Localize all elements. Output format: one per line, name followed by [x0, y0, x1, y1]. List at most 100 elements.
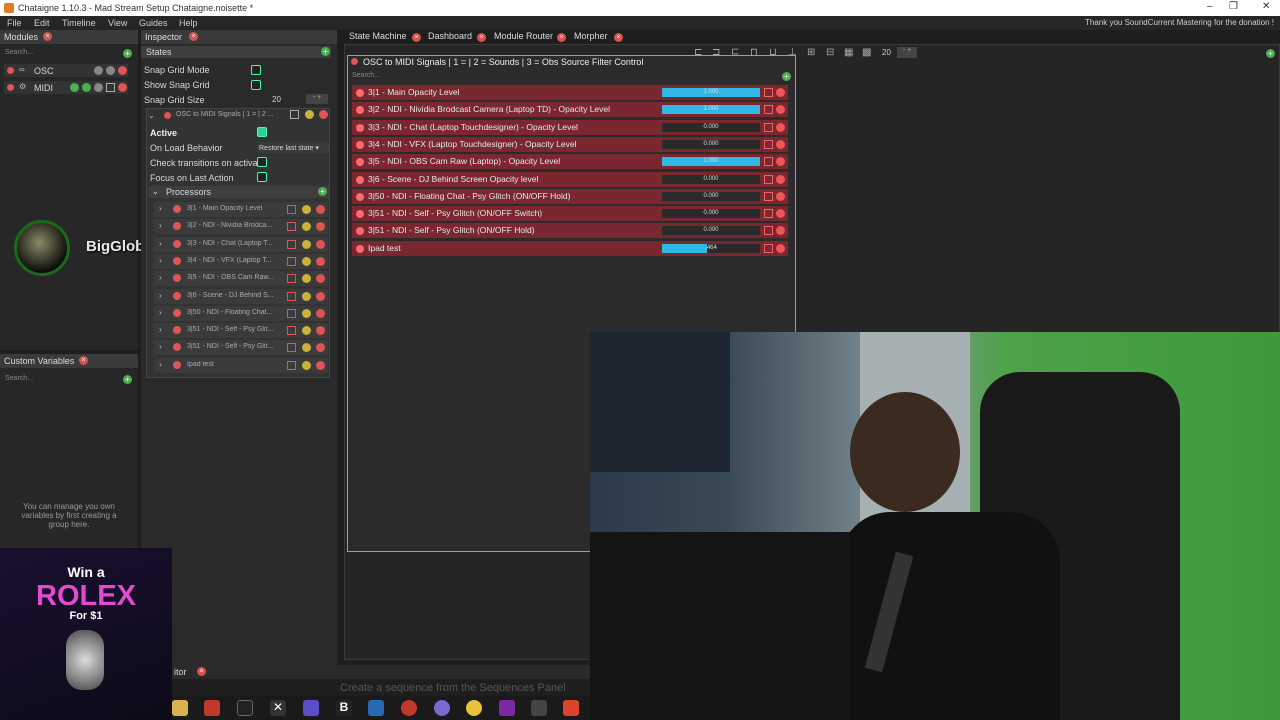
signal-remove-icon[interactable] — [776, 243, 785, 253]
processor-box-icon[interactable] — [287, 308, 296, 318]
processor-box-icon[interactable] — [287, 222, 296, 232]
processor-box-icon[interactable] — [287, 205, 296, 214]
signal-remove-icon[interactable] — [776, 88, 785, 97]
signal-value-slider[interactable]: 0.000 — [662, 209, 760, 219]
signal-box-icon[interactable] — [764, 191, 773, 201]
close-window-icon[interactable]: ✕ — [1262, 1, 1270, 12]
expand-icon[interactable]: › — [159, 308, 162, 317]
grid-size-value[interactable]: 20 — [882, 48, 891, 57]
signal-box-icon[interactable] — [764, 105, 773, 115]
menu-file[interactable]: File — [7, 18, 22, 28]
processor-yellow-icon[interactable] — [302, 239, 311, 249]
add-state-button[interactable]: + — [321, 47, 330, 56]
signal-row[interactable]: 3|5 - NDI - OBS Cam Raw (Laptop) - Opaci… — [352, 154, 788, 170]
processor-box-icon[interactable] — [287, 239, 296, 249]
signal-remove-icon[interactable] — [776, 139, 785, 149]
processor-remove-icon[interactable] — [316, 360, 325, 370]
processor-enable-icon[interactable] — [173, 205, 181, 213]
processor-enable-icon[interactable] — [173, 360, 181, 369]
expand-icon[interactable]: › — [159, 360, 162, 369]
focus-last-action-checkbox[interactable] — [257, 172, 267, 182]
remove-module-icon[interactable] — [118, 66, 127, 75]
processor-row[interactable]: › 3|2 - NDI - Nividia Brodca... — [154, 219, 328, 235]
check-transitions-checkbox[interactable] — [257, 157, 267, 167]
close-icon[interactable]: × — [197, 667, 206, 676]
state-node-enable-icon[interactable] — [351, 58, 358, 65]
remove-module-icon[interactable] — [118, 83, 127, 92]
processor-enable-icon[interactable] — [173, 239, 181, 248]
signal-box-icon[interactable] — [764, 174, 773, 184]
signal-remove-icon[interactable] — [776, 122, 785, 132]
signal-box-icon[interactable] — [764, 139, 773, 149]
processor-yellow-icon[interactable] — [302, 222, 311, 232]
processor-yellow-icon[interactable] — [302, 291, 311, 301]
signal-enable-icon[interactable] — [356, 89, 364, 97]
app-icon[interactable]: B — [336, 700, 352, 716]
module-enable-icon[interactable] — [7, 84, 14, 91]
close-icon[interactable]: × — [614, 33, 623, 42]
add-processor-button[interactable]: + — [318, 187, 327, 196]
processor-yellow-icon[interactable] — [302, 205, 311, 214]
expand-icon[interactable]: › — [159, 325, 162, 334]
signal-row[interactable]: 3|51 - NDI - Self - Psy Glitch (ON/OFF H… — [352, 223, 788, 239]
module-item-midi[interactable]: ⚙ MIDI — [4, 81, 128, 94]
signal-box-icon[interactable] — [764, 88, 773, 97]
processor-yellow-icon[interactable] — [302, 256, 311, 266]
show-snap-grid-checkbox[interactable] — [251, 80, 261, 90]
add-action-button[interactable]: + — [782, 72, 791, 81]
signal-remove-icon[interactable] — [776, 157, 785, 167]
minimize-icon[interactable]: – — [1207, 1, 1213, 12]
processor-row[interactable]: › 3|4 - NDI - VFX (Laptop T... — [154, 253, 328, 269]
expand-icon[interactable]: › — [159, 256, 162, 265]
snap-grid-size-value[interactable]: 20 — [272, 95, 281, 104]
app-icon[interactable] — [237, 700, 253, 716]
processor-yellow-icon[interactable] — [302, 308, 311, 318]
signal-enable-icon[interactable] — [356, 123, 364, 132]
maximize-icon[interactable]: ❐ — [1229, 1, 1238, 12]
collapse-processors-icon[interactable]: ⌄ — [152, 187, 159, 196]
expand-icon[interactable]: › — [159, 291, 162, 300]
expand-icon[interactable]: › — [159, 204, 162, 213]
signal-remove-icon[interactable] — [776, 226, 785, 236]
processor-row[interactable]: › 3|51 - NDI - Self - Psy Glit... — [154, 340, 328, 356]
signal-row[interactable]: 3|50 - NDI - Floating Chat - Psy Glitch … — [352, 188, 788, 204]
close-icon[interactable]: × — [557, 33, 566, 42]
signal-enable-icon[interactable] — [356, 227, 364, 236]
brave-icon[interactable] — [563, 700, 579, 716]
snap-grid-mode-checkbox[interactable] — [251, 65, 261, 75]
processor-enable-icon[interactable] — [173, 343, 181, 352]
app-icon[interactable] — [499, 700, 515, 716]
signal-value-slider[interactable]: 0.000 — [662, 122, 760, 132]
menu-guides[interactable]: Guides — [139, 18, 168, 28]
expand-icon[interactable]: › — [159, 273, 162, 282]
processor-enable-icon[interactable] — [173, 308, 181, 317]
add-state-canvas-button[interactable]: + — [1266, 49, 1275, 58]
processor-yellow-icon[interactable] — [302, 326, 311, 336]
signal-box-icon[interactable] — [764, 243, 773, 253]
distribute-v-icon[interactable]: ⊟ — [826, 47, 834, 58]
tab-state-machine[interactable]: State Machine — [349, 31, 407, 43]
signal-row[interactable]: 3|2 - NDI - Nividia Brodcast Camera (Lap… — [352, 102, 788, 118]
file-explorer-icon[interactable] — [172, 700, 188, 716]
signal-box-icon[interactable] — [764, 209, 773, 219]
processor-box-icon[interactable] — [287, 360, 296, 370]
on-load-behavior-select[interactable]: Restore last state ▾ — [257, 142, 329, 153]
app-icon[interactable] — [204, 700, 220, 716]
processor-box-icon[interactable] — [287, 343, 296, 353]
processor-enable-icon[interactable] — [173, 326, 181, 335]
processor-box-icon[interactable] — [287, 326, 296, 336]
expand-icon[interactable]: › — [159, 221, 162, 230]
signal-enable-icon[interactable] — [356, 175, 364, 184]
expand-icon[interactable]: › — [159, 239, 162, 248]
add-module-button[interactable]: + — [123, 49, 132, 58]
app-icon[interactable] — [368, 700, 384, 716]
processor-remove-icon[interactable] — [316, 326, 325, 336]
signal-box-icon[interactable] — [764, 122, 773, 132]
signal-remove-icon[interactable] — [776, 209, 785, 219]
variables-search-input[interactable]: Search... — [5, 375, 33, 382]
processor-enable-icon[interactable] — [173, 291, 181, 300]
processor-enable-icon[interactable] — [173, 222, 181, 231]
signal-enable-icon[interactable] — [356, 140, 364, 149]
processor-row[interactable]: › 3|3 - NDI - Chat (Laptop T... — [154, 236, 328, 252]
state-yellow-icon[interactable] — [305, 110, 314, 119]
